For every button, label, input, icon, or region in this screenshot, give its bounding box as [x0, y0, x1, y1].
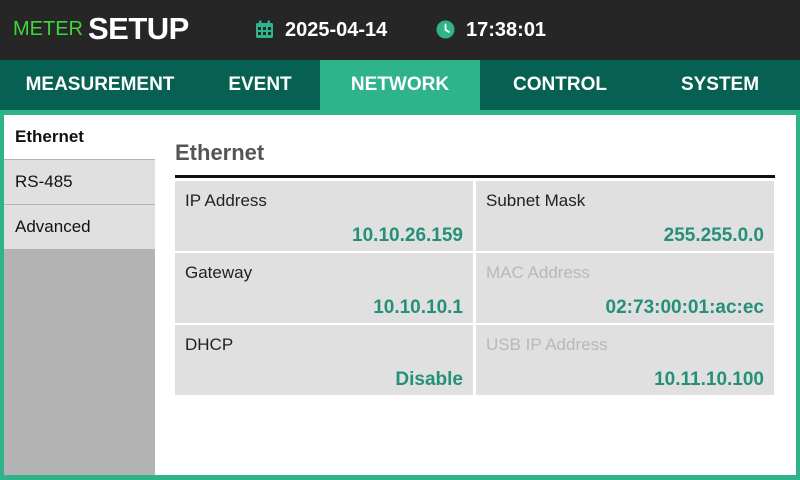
subnet-mask-field[interactable]: Subnet Mask 255.255.0.0	[476, 181, 774, 251]
ip-address-value: 10.10.26.159	[352, 225, 463, 246]
usb-ip-address-value: 10.11.10.100	[654, 369, 764, 390]
tab-event[interactable]: EVENT	[200, 60, 320, 110]
brand-meter: METER	[13, 18, 83, 40]
gateway-field[interactable]: Gateway 10.10.10.1	[175, 253, 473, 323]
gateway-label: Gateway	[185, 263, 253, 282]
calendar-icon	[256, 20, 273, 38]
top-bar: METER SETUP 2025-04-14 17:38:01	[0, 0, 800, 60]
tab-system[interactable]: SYSTEM	[640, 60, 800, 110]
tab-measurement[interactable]: MEASUREMENT	[0, 60, 200, 110]
mac-address-value: 02:73:00:01:ac:ec	[605, 297, 764, 318]
section-title: Ethernet	[175, 140, 265, 165]
sidebar-item-rs485[interactable]: RS-485	[4, 160, 155, 204]
usb-ip-address-label: USB IP Address	[486, 335, 608, 354]
date-display: 2025-04-14	[285, 19, 388, 41]
sidebar: Ethernet RS-485 Advanced	[4, 115, 155, 475]
clock-icon	[436, 20, 455, 39]
mac-address-field: MAC Address 02:73:00:01:ac:ec	[476, 253, 774, 323]
tab-control[interactable]: CONTROL	[480, 60, 640, 110]
gateway-value: 10.10.10.1	[373, 297, 463, 318]
sidebar-item-advanced[interactable]: Advanced	[4, 205, 155, 249]
usb-ip-address-field: USB IP Address 10.11.10.100	[476, 325, 774, 395]
section-divider	[175, 175, 775, 178]
ip-address-field[interactable]: IP Address 10.10.26.159	[175, 181, 473, 251]
page-title: SETUP	[88, 11, 189, 46]
subnet-mask-label: Subnet Mask	[486, 191, 586, 210]
time-display: 17:38:01	[466, 19, 547, 41]
mac-address-label: MAC Address	[486, 263, 590, 282]
dhcp-value: Disable	[395, 369, 463, 390]
dhcp-field[interactable]: DHCP Disable	[175, 325, 473, 395]
tab-network[interactable]: NETWORK	[320, 60, 480, 110]
content-panel: Ethernet RS-485 Advanced Ethernet IP Add…	[4, 115, 796, 475]
ip-address-label: IP Address	[185, 191, 267, 210]
subnet-mask-value: 255.255.0.0	[663, 225, 764, 246]
dhcp-label: DHCP	[185, 335, 234, 354]
tab-bar: MEASUREMENT EVENT NETWORK CONTROL SYSTEM	[0, 60, 800, 110]
sidebar-item-ethernet[interactable]: Ethernet	[4, 115, 155, 159]
